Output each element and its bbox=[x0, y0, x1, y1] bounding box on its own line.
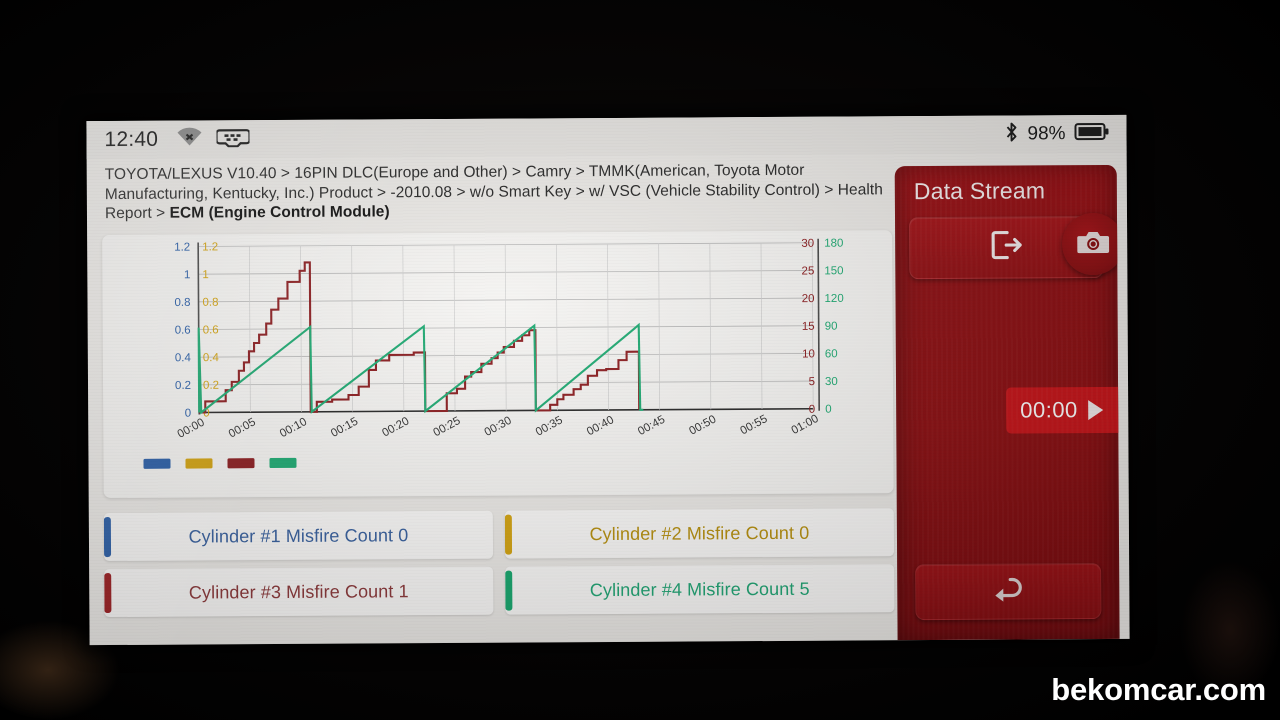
svg-text:150: 150 bbox=[824, 265, 843, 277]
breadcrumb-current: ECM (Engine Control Module) bbox=[169, 203, 390, 222]
series-path-4 bbox=[197, 322, 644, 415]
svg-text:10: 10 bbox=[802, 348, 815, 360]
svg-text:20: 20 bbox=[802, 293, 815, 305]
right-control-panel: Data Stream 00:00 bbox=[894, 164, 1120, 641]
chart-plot-area: 0 0.2 0.4 0.6 0.8 1 1.2 0 0.2 0.4 0.6 0.8 1 1.2 0 5 10 15… bbox=[102, 230, 893, 450]
svg-text:0.4: 0.4 bbox=[203, 352, 220, 364]
record-timer-chip[interactable]: 00:00 bbox=[1006, 386, 1120, 434]
svg-text:00:10: 00:10 bbox=[278, 416, 309, 440]
legend-swatch-2[interactable] bbox=[185, 458, 213, 469]
svg-text:00:20: 00:20 bbox=[380, 415, 411, 439]
cylinder-row[interactable]: Cylinder #4 Misfire Count 5 bbox=[505, 564, 895, 615]
exit-icon bbox=[990, 229, 1023, 265]
obd-connector-icon bbox=[214, 126, 251, 152]
status-bar: 12:40 98% bbox=[86, 114, 1127, 160]
cylinder-label: Cylinder #1 Misfire Count 0 bbox=[188, 524, 409, 547]
cylinder-row[interactable]: Cylinder #2 Misfire Count 0 bbox=[504, 508, 895, 559]
screenshot-camera-button[interactable] bbox=[1061, 212, 1120, 276]
legend-swatch-3[interactable] bbox=[227, 458, 255, 469]
svg-text:00:50: 00:50 bbox=[687, 413, 718, 437]
svg-text:0.2: 0.2 bbox=[203, 380, 219, 392]
cylinder-label: Cylinder #2 Misfire Count 0 bbox=[589, 522, 810, 544]
battery-percent-label: 98% bbox=[1027, 123, 1066, 145]
status-right-icons: 98% bbox=[1004, 121, 1109, 148]
svg-text:1: 1 bbox=[184, 269, 190, 281]
svg-text:00:15: 00:15 bbox=[329, 416, 360, 440]
timer-value: 00:00 bbox=[1020, 397, 1078, 423]
svg-text:5: 5 bbox=[809, 376, 815, 388]
svg-text:0: 0 bbox=[825, 404, 831, 416]
svg-text:00:35: 00:35 bbox=[534, 414, 565, 438]
back-button[interactable] bbox=[915, 562, 1102, 621]
bluetooth-icon bbox=[1004, 121, 1018, 147]
panel-title: Data Stream bbox=[913, 177, 1046, 205]
misfire-count-chart: 00.20.40.60.811.200.20.40.60.811.2051015… bbox=[174, 238, 844, 441]
svg-text:00:30: 00:30 bbox=[483, 415, 514, 439]
legend-swatch-1[interactable] bbox=[143, 458, 171, 469]
svg-text:0.8: 0.8 bbox=[174, 297, 190, 309]
series-path-3 bbox=[199, 261, 641, 414]
svg-text:0.4: 0.4 bbox=[175, 352, 192, 364]
svg-text:00:25: 00:25 bbox=[431, 415, 462, 439]
play-icon[interactable] bbox=[1087, 399, 1103, 421]
cylinder-color-bar bbox=[504, 514, 513, 555]
svg-text:90: 90 bbox=[825, 321, 838, 333]
cylinder-label: Cylinder #3 Misfire Count 1 bbox=[188, 580, 409, 603]
svg-text:15: 15 bbox=[802, 321, 815, 333]
svg-text:120: 120 bbox=[824, 293, 843, 305]
svg-text:30: 30 bbox=[825, 376, 838, 388]
svg-text:00:45: 00:45 bbox=[636, 414, 667, 438]
svg-text:00:40: 00:40 bbox=[585, 414, 616, 438]
svg-text:00:55: 00:55 bbox=[738, 413, 769, 437]
status-clock: 12:40 bbox=[104, 127, 159, 152]
svg-text:0.8: 0.8 bbox=[202, 297, 218, 309]
cylinder-color-bar bbox=[505, 570, 513, 611]
svg-text:25: 25 bbox=[802, 265, 815, 277]
svg-text:0: 0 bbox=[185, 408, 191, 420]
svg-text:60: 60 bbox=[825, 348, 838, 360]
cylinder-row[interactable]: Cylinder #1 Misfire Count 0 bbox=[103, 510, 494, 562]
back-arrow-icon bbox=[986, 574, 1030, 609]
cylinder-color-bar bbox=[104, 573, 112, 614]
svg-text:01:00: 01:00 bbox=[790, 413, 821, 437]
breadcrumb[interactable]: TOYOTA/LEXUS V10.40 > 16PIN DLC(Europe a… bbox=[105, 160, 895, 223]
diagnostic-tablet-screen: 12:40 98% TOYOTA/LEXUS V10.40 > 16PIN DL… bbox=[86, 114, 1130, 646]
svg-text:1.2: 1.2 bbox=[202, 241, 218, 253]
cylinder-color-bar bbox=[103, 517, 112, 558]
data-stream-chart-card: 0 0.2 0.4 0.6 0.8 1 1.2 0 0.2 0.4 0.6 0.8 1 1.2 0 5 10 15… bbox=[102, 230, 894, 499]
battery-full-icon bbox=[1074, 122, 1109, 146]
status-left-icons bbox=[176, 126, 251, 152]
legend-swatch-4[interactable] bbox=[269, 457, 297, 469]
chart-legend bbox=[143, 457, 297, 469]
watermark: bekomcar.com bbox=[1051, 672, 1266, 707]
svg-text:00:00: 00:00 bbox=[176, 417, 207, 441]
camera-icon bbox=[1077, 228, 1110, 259]
svg-text:1.2: 1.2 bbox=[174, 242, 190, 254]
cylinder-list: Cylinder #1 Misfire Count 0 Cylinder #2 M… bbox=[103, 508, 895, 618]
cylinder-row[interactable]: Cylinder #3 Misfire Count 1 bbox=[104, 566, 494, 618]
svg-text:0.6: 0.6 bbox=[203, 324, 219, 336]
wifi-off-icon bbox=[176, 127, 202, 151]
cylinder-label: Cylinder #4 Misfire Count 5 bbox=[589, 578, 810, 600]
photographed-scene: 12:40 98% TOYOTA/LEXUS V10.40 > 16PIN DL… bbox=[0, 0, 1280, 720]
svg-text:0.2: 0.2 bbox=[175, 380, 191, 392]
svg-text:30: 30 bbox=[801, 238, 814, 250]
svg-text:00:05: 00:05 bbox=[227, 416, 258, 440]
svg-text:1: 1 bbox=[202, 269, 208, 281]
svg-text:0.6: 0.6 bbox=[175, 325, 191, 337]
svg-text:180: 180 bbox=[824, 238, 843, 250]
